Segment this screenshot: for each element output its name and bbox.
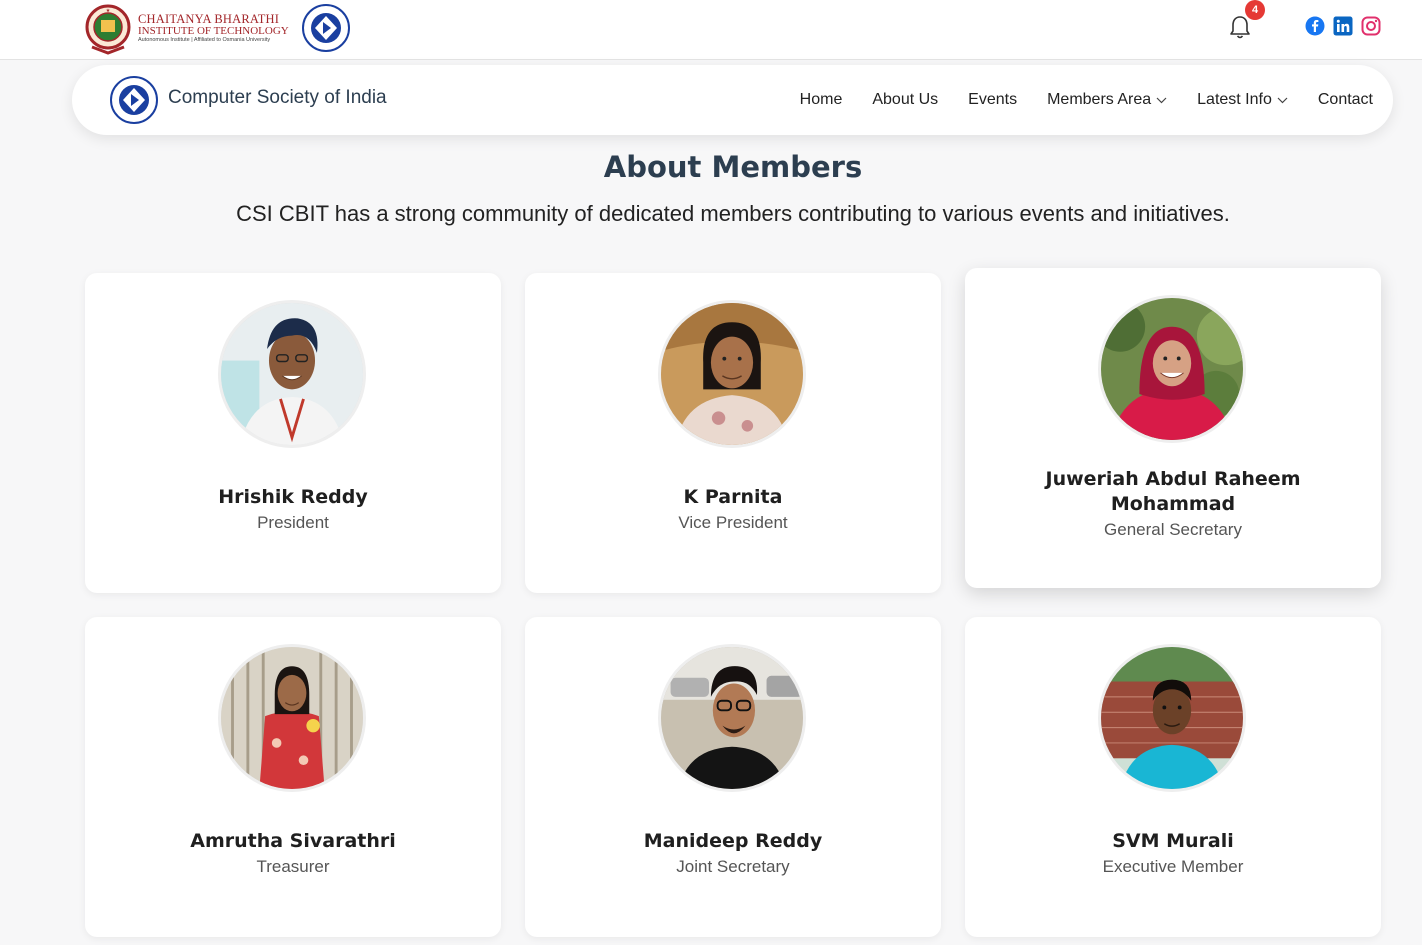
- csi-nav-logo[interactable]: [109, 75, 159, 125]
- member-photo-image: [1101, 298, 1243, 440]
- member-role: General Secretary: [1104, 520, 1242, 539]
- member-photo: [1098, 295, 1246, 443]
- svg-text:★: ★: [106, 8, 111, 14]
- member-card[interactable]: Amrutha Sivarathri Treasurer: [85, 617, 501, 937]
- member-photo-image: [1101, 647, 1243, 789]
- member-role: Vice President: [678, 513, 788, 532]
- facebook-icon[interactable]: [1305, 16, 1325, 36]
- member-name: Manideep Reddy: [643, 830, 823, 852]
- nav-events[interactable]: Events: [968, 91, 1017, 109]
- nav-home-label: Home: [799, 91, 843, 108]
- nav-menu: Home About Us Events Members Area Latest…: [800, 65, 1373, 135]
- member-card[interactable]: Juweriah Abdul Raheem Mohammad General S…: [965, 268, 1381, 588]
- nav-home[interactable]: Home: [800, 91, 843, 109]
- college-name-line2: INSTITUTE OF TECHNOLOGY: [138, 25, 289, 37]
- member-card[interactable]: Manideep Reddy Joint Secretary: [525, 617, 941, 937]
- top-bar: ★ CHAITANYA BHARATHI INSTITUTE OF TECHNO…: [0, 0, 1422, 60]
- college-tagline: Autonomous Institute | Affiliated to Osm…: [138, 37, 271, 43]
- member-role: Executive Member: [1102, 857, 1244, 876]
- nav-about[interactable]: About Us: [872, 91, 938, 109]
- cbit-logo[interactable]: ★: [84, 3, 132, 55]
- nav-latest-dropdown[interactable]: Latest Info: [1197, 91, 1288, 109]
- member-card[interactable]: SVM Murali Executive Member: [965, 617, 1381, 937]
- member-photo: [218, 300, 366, 448]
- member-name: Juweriah Abdul Raheem Mohammad: [1045, 468, 1301, 515]
- member-photo: [1098, 644, 1246, 792]
- main-navbar: Computer Society of India Home About Us …: [72, 65, 1393, 135]
- nav-contact[interactable]: Contact: [1318, 91, 1373, 109]
- nav-members-label: Members Area: [1047, 91, 1152, 108]
- linkedin-icon[interactable]: [1333, 16, 1353, 36]
- member-photo: [658, 644, 806, 792]
- member-photo: [218, 644, 366, 792]
- notification-badge: 4: [1245, 0, 1265, 20]
- site-title[interactable]: Computer Society of India: [168, 87, 387, 109]
- member-photo-image: [661, 647, 803, 789]
- nav-members-dropdown[interactable]: Members Area: [1047, 91, 1167, 109]
- member-card[interactable]: Hrishik Reddy President: [85, 273, 501, 593]
- member-photo-image: [661, 303, 803, 445]
- member-name: K Parnita: [683, 486, 783, 508]
- nav-latest-label: Latest Info: [1197, 91, 1272, 108]
- member-card[interactable]: K Parnita Vice President: [525, 273, 941, 593]
- member-name: SVM Murali: [1112, 830, 1234, 852]
- chevron-down-icon: [1277, 97, 1288, 103]
- member-role: Joint Secretary: [676, 857, 790, 876]
- page-title: About Members: [603, 150, 863, 184]
- nav-contact-label: Contact: [1317, 91, 1373, 108]
- nav-events-label: Events: [968, 91, 1018, 108]
- member-photo: [658, 300, 806, 448]
- college-name: CHAITANYA BHARATHI INSTITUTE OF TECHNOLO…: [138, 13, 298, 44]
- chevron-down-icon: [1156, 97, 1167, 103]
- member-photo-image: [221, 647, 363, 789]
- member-name: Amrutha Sivarathri: [190, 830, 396, 852]
- csi-logo[interactable]: [301, 3, 351, 53]
- instagram-icon[interactable]: [1361, 16, 1381, 36]
- member-photo-image: [221, 303, 363, 445]
- nav-about-label: About Us: [872, 91, 939, 108]
- page-subtitle: CSI CBIT has a strong community of dedic…: [236, 201, 1230, 226]
- member-role: President: [257, 513, 329, 532]
- member-name: Hrishik Reddy: [218, 486, 368, 508]
- member-role: Treasurer: [256, 857, 330, 876]
